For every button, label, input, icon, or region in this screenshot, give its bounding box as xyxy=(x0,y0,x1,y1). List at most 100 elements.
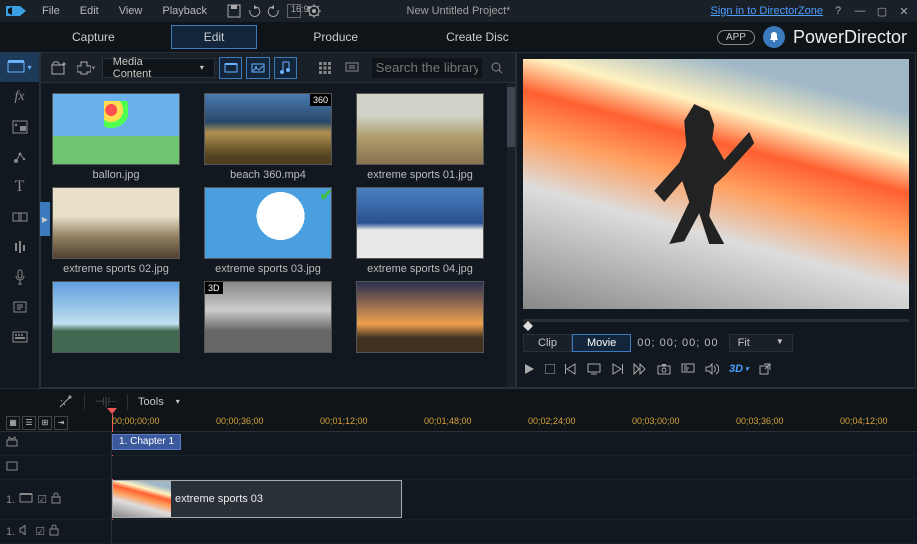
search-input[interactable] xyxy=(372,58,482,78)
title-room-button[interactable]: T xyxy=(0,172,39,202)
fx-room-button[interactable]: fx xyxy=(0,82,39,112)
library-item-label: extreme sports 02.jpg xyxy=(63,263,169,275)
volume-button[interactable] xyxy=(705,363,719,375)
library-item-label: beach 360.mp4 xyxy=(230,169,306,181)
timeline-clip[interactable]: extreme sports 03 xyxy=(112,480,402,518)
library-item[interactable] xyxy=(353,281,487,357)
split-button[interactable]: ⊣|⊢ xyxy=(95,395,117,408)
menu-playback[interactable]: Playback xyxy=(154,3,215,19)
library-item[interactable]: ✔extreme sports 03.jpg xyxy=(201,187,335,275)
aspect-ratio-dropdown[interactable]: 16:9▾ xyxy=(287,4,301,18)
timeline-view-film[interactable]: ▦ xyxy=(6,416,20,430)
fx-track-icon[interactable] xyxy=(6,460,18,475)
transition-room-button[interactable] xyxy=(0,202,39,232)
voiceover-room-button[interactable] xyxy=(0,262,39,292)
ruler-timestamp: 00;01;48;00 xyxy=(424,416,472,426)
library-item-label: ballon.jpg xyxy=(92,169,139,181)
preview-timecode: 00; 00; 00; 00 xyxy=(637,337,718,349)
library-item[interactable]: 3D xyxy=(201,281,335,357)
subtitle-room-button[interactable] xyxy=(0,322,39,352)
media-room-button[interactable]: ▾ xyxy=(0,52,39,82)
mode-produce[interactable]: Produce xyxy=(281,26,390,48)
minimize-button[interactable]: — xyxy=(853,4,867,18)
stop-button[interactable] xyxy=(545,364,555,374)
video-track-icon[interactable] xyxy=(19,493,33,506)
timeline-ruler[interactable]: 00;00;00;00 00;00;36;00 00;01;12;00 00;01;4… xyxy=(112,414,917,432)
3d-button[interactable]: 3D▾ xyxy=(729,363,749,375)
particle-room-button[interactable] xyxy=(0,142,39,172)
library-item[interactable]: extreme sports 02.jpg xyxy=(49,187,183,275)
preview-seekbar[interactable] xyxy=(523,319,909,322)
library-item[interactable]: extreme sports 01.jpg xyxy=(353,93,487,181)
signin-link[interactable]: Sign in to DirectorZone xyxy=(711,5,824,17)
search-icon[interactable] xyxy=(486,57,509,79)
track-visible-toggle[interactable]: ☑ xyxy=(37,493,47,506)
filter-video-button[interactable] xyxy=(219,57,242,79)
track-audible-toggle[interactable]: ☑ xyxy=(35,525,45,538)
app-logo xyxy=(6,3,26,19)
magic-tools-button[interactable] xyxy=(58,395,74,409)
library-item[interactable]: 360beach 360.mp4 xyxy=(201,93,335,181)
ruler-timestamp: 00;00;00;00 xyxy=(112,416,160,426)
import-button[interactable] xyxy=(47,57,70,79)
library-item[interactable]: ballon.jpg xyxy=(49,93,183,181)
timeline-view-list[interactable]: ☰ xyxy=(22,416,36,430)
project-title: New Untitled Project* xyxy=(407,5,511,17)
filter-image-button[interactable] xyxy=(246,57,269,79)
maximize-button[interactable]: ▢ xyxy=(875,4,889,18)
play-button[interactable] xyxy=(523,363,535,375)
library-item[interactable] xyxy=(49,281,183,357)
menu-edit[interactable]: Edit xyxy=(72,3,107,19)
preview-movie-tab[interactable]: Movie xyxy=(572,334,631,352)
snapshot-button[interactable] xyxy=(657,363,671,375)
library-item-label: extreme sports 01.jpg xyxy=(367,169,473,181)
next-frame-button[interactable] xyxy=(611,363,623,375)
fast-forward-button[interactable] xyxy=(633,363,647,375)
chapter-marker[interactable]: 1. Chapter 1 xyxy=(112,434,181,450)
mode-edit[interactable]: Edit xyxy=(171,25,258,49)
plugins-button[interactable]: ▾ xyxy=(74,57,97,79)
marker-track-icon[interactable] xyxy=(6,436,18,451)
preview-options-button[interactable] xyxy=(681,363,695,375)
library-menu-button[interactable] xyxy=(340,57,363,79)
grid-view-button[interactable] xyxy=(313,57,336,79)
clip-label: extreme sports 03 xyxy=(175,493,263,505)
track-lock-audio[interactable] xyxy=(49,524,59,539)
library-item[interactable]: extreme sports 04.jpg xyxy=(353,187,487,275)
library-item-label: extreme sports 04.jpg xyxy=(367,263,473,275)
help-button[interactable]: ? xyxy=(831,4,845,18)
undock-button[interactable] xyxy=(759,363,771,375)
save-icon[interactable] xyxy=(227,4,241,18)
library-scrollbar[interactable] xyxy=(507,83,515,387)
seek-playhead[interactable] xyxy=(523,321,533,331)
chapter-room-button[interactable] xyxy=(0,292,39,322)
mode-create-disc[interactable]: Create Disc xyxy=(414,26,541,48)
mode-capture[interactable]: Capture xyxy=(40,26,147,48)
track-lock-toggle[interactable] xyxy=(51,492,61,507)
app-badge[interactable]: APP xyxy=(717,30,755,45)
menu-view[interactable]: View xyxy=(111,3,151,19)
timeline-add-track[interactable]: ⊞ xyxy=(38,416,52,430)
library-category-dropdown[interactable]: Media Content▾ xyxy=(102,58,215,78)
preview-display[interactable] xyxy=(523,59,909,309)
tools-dropdown[interactable]: Tools▾ xyxy=(138,396,180,408)
undo-icon[interactable] xyxy=(247,4,261,18)
prev-frame-button[interactable] xyxy=(565,363,577,375)
audio-mix-button[interactable] xyxy=(0,232,39,262)
step-button[interactable] xyxy=(587,363,601,375)
timeline-markers[interactable]: ⇥ xyxy=(54,416,68,430)
settings-icon[interactable] xyxy=(307,4,321,18)
pip-room-button[interactable] xyxy=(0,112,39,142)
ruler-timestamp: 00;00;36;00 xyxy=(216,416,264,426)
ruler-timestamp: 00;04;12;00 xyxy=(840,416,888,426)
audio-track-icon[interactable] xyxy=(19,525,31,538)
library-grid: ballon.jpg 360beach 360.mp4 extreme sports… xyxy=(41,83,503,387)
ruler-timestamp: 00;01;12;00 xyxy=(320,416,368,426)
redo-icon[interactable] xyxy=(267,4,281,18)
notifications-icon[interactable] xyxy=(763,26,785,48)
preview-clip-tab[interactable]: Clip xyxy=(523,334,572,352)
preview-fit-dropdown[interactable]: Fit▼ xyxy=(729,334,793,352)
close-button[interactable]: ✕ xyxy=(897,4,911,18)
filter-audio-button[interactable] xyxy=(274,57,297,79)
menu-file[interactable]: File xyxy=(34,3,68,19)
